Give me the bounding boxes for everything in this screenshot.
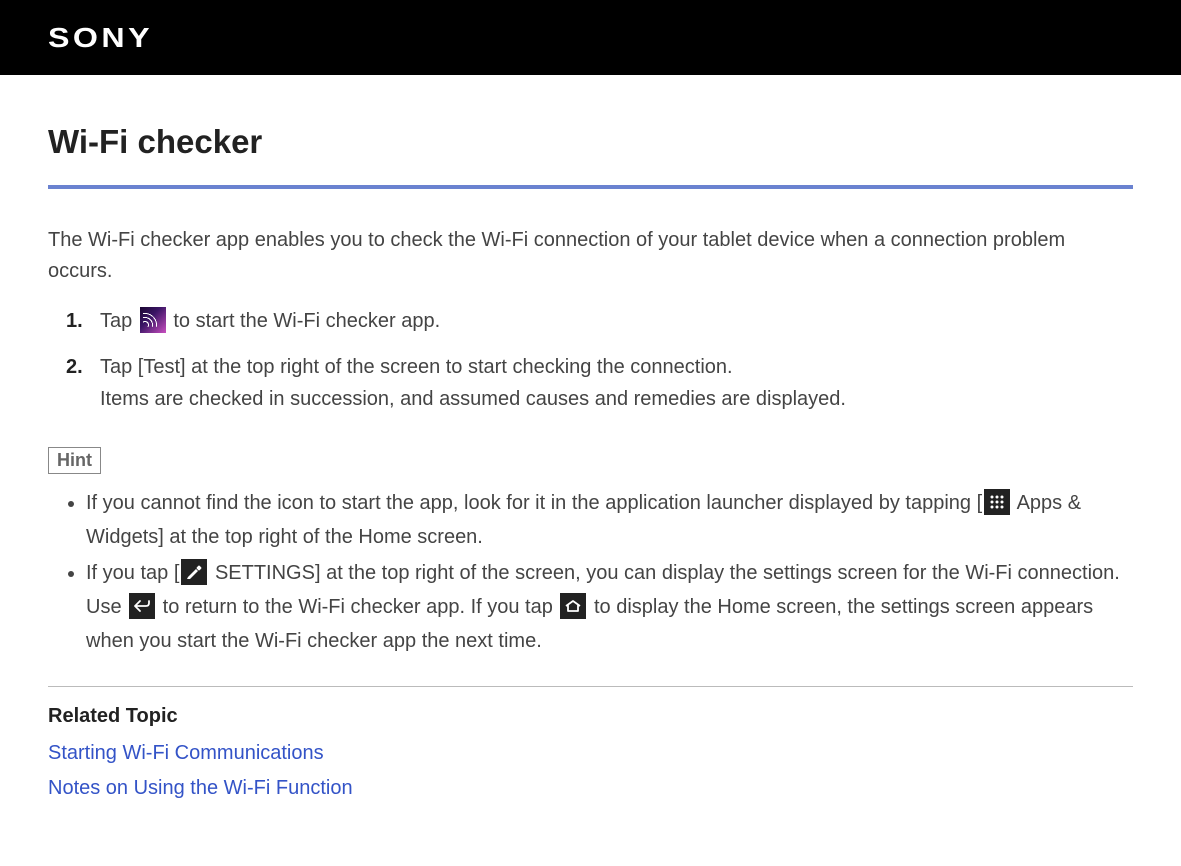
section-separator [48, 686, 1133, 687]
step-body: Tap [Test] at the top right of the scree… [100, 351, 1133, 415]
hints-list: If you cannot find the icon to start the… [48, 486, 1133, 658]
related-link[interactable]: Starting Wi-Fi Communications [48, 742, 1133, 765]
step-text: Tap [100, 310, 138, 332]
apps-icon [984, 489, 1010, 515]
back-icon [129, 593, 155, 619]
hint-text: If you tap [ [86, 562, 179, 584]
step-number: 1. [66, 305, 94, 337]
step-number: 2. [66, 351, 94, 383]
step-text: to start the Wi-Fi checker app. [168, 310, 440, 332]
settings-icon [181, 559, 207, 585]
hint-item: If you cannot find the icon to start the… [86, 486, 1133, 554]
related-topic-heading: Related Topic [48, 705, 1133, 728]
related-link[interactable]: Notes on Using the Wi-Fi Function [48, 777, 1133, 800]
hint-text: If you cannot find the icon to start the… [86, 492, 982, 514]
content-area: Wi-Fi checker The Wi-Fi checker app enab… [0, 75, 1181, 832]
intro-text: The Wi-Fi checker app enables you to che… [48, 225, 1133, 287]
step-item: 2. Tap [Test] at the top right of the sc… [66, 351, 1133, 415]
step-text: Tap [Test] at the top right of the scree… [100, 356, 733, 378]
title-underline [48, 185, 1133, 189]
wifi-checker-icon [140, 307, 166, 333]
sony-logo: SONY [48, 22, 153, 54]
step-body: Tap to start the Wi-Fi checker app. [100, 305, 1133, 337]
hint-text: to return to the Wi-Fi checker app. If y… [157, 596, 558, 618]
step-text: Items are checked in succession, and ass… [100, 388, 846, 410]
steps-list: 1. Tap to start the Wi-Fi checker app. 2… [48, 305, 1133, 415]
hint-label: Hint [48, 447, 101, 474]
hint-item: If you tap [ SETTINGS] at the top right … [86, 556, 1133, 658]
page-title: Wi-Fi checker [48, 123, 1133, 161]
step-item: 1. Tap to start the Wi-Fi checker app. [66, 305, 1133, 337]
header-bar: SONY [0, 0, 1181, 75]
home-icon [560, 593, 586, 619]
